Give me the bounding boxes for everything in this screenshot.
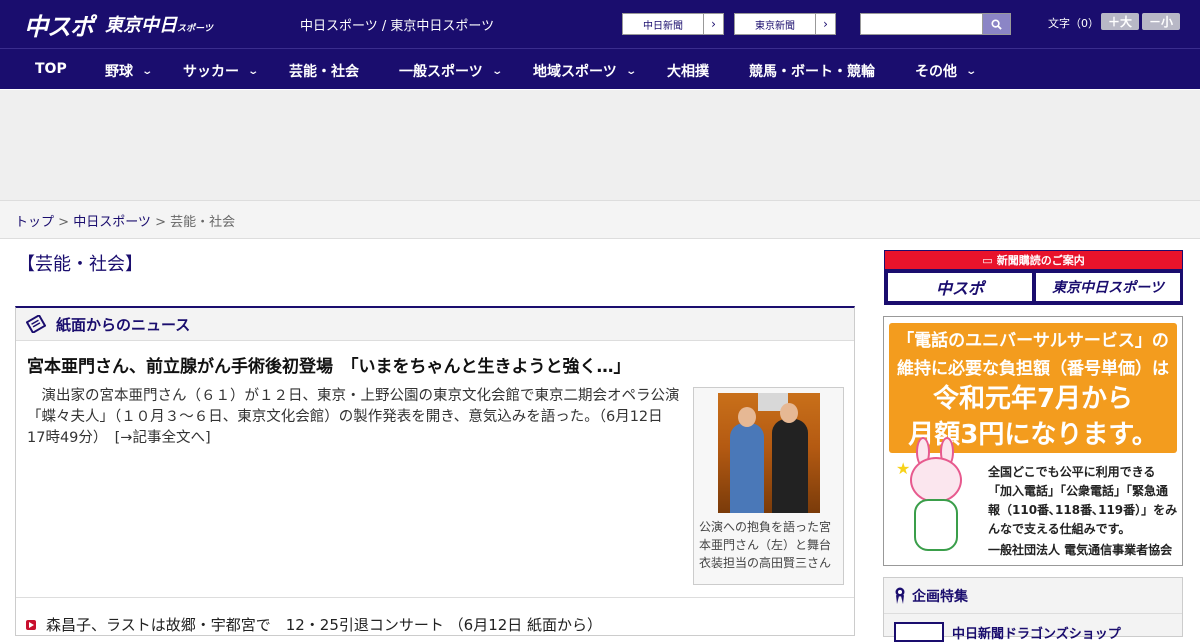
- subscribe-tokyo-button[interactable]: 東京中日スポーツ: [1036, 273, 1180, 301]
- font-size-label: 文字（0）: [1048, 17, 1099, 30]
- nav-racing[interactable]: 競馬・ボート・競輪: [749, 61, 875, 81]
- subscription-box: ▭ 新聞購読のご案内 中スポ 東京中日スポーツ: [884, 250, 1183, 305]
- nav-baseball[interactable]: 野球 ⌄: [105, 61, 154, 81]
- tokyo-shimbun-button[interactable]: 東京新聞 ›: [734, 13, 836, 35]
- main-nav: TOP 野球 ⌄ サッカー ⌄ 芸能・社会 一般スポーツ ⌄ 地域スポーツ ⌄ 大相撲 …: [0, 48, 1200, 89]
- chevron-right-icon: ›: [815, 14, 835, 34]
- chunichi-shimbun-button[interactable]: 中日新聞 ›: [622, 13, 724, 35]
- news-box-title: 紙面からのニュース: [56, 315, 191, 334]
- feature-thumb: [894, 622, 944, 642]
- feature-box: 企画特集 中日新聞ドラゴンズショップ: [883, 577, 1183, 642]
- banner-organization: 一般社団法人 電気通信事業者協会: [988, 543, 1173, 557]
- universal-service-banner[interactable]: 「電話のユニバーサルサービス」の 維持に必要な負担額（番号単価）は 令和元年7月…: [883, 316, 1183, 566]
- subscribe-chuspo-button[interactable]: 中スポ: [888, 273, 1032, 301]
- font-larger-button[interactable]: ＋大: [1101, 13, 1139, 30]
- feature-title: 企画特集: [912, 588, 968, 605]
- article-photo[interactable]: [718, 393, 820, 513]
- breadcrumb-separator: >: [54, 215, 74, 230]
- logo-tokyo-chunichi: 東京中日スポーツ: [105, 15, 213, 36]
- nav-sumo[interactable]: 大相撲: [667, 61, 709, 81]
- nav-entertainment[interactable]: 芸能・社会: [289, 61, 359, 81]
- chevron-down-icon: ⌄: [247, 65, 260, 77]
- search-button[interactable]: [982, 13, 1011, 35]
- breadcrumb-current: 芸能・社会: [170, 215, 236, 230]
- font-smaller-button[interactable]: －小: [1142, 13, 1180, 30]
- nav-others[interactable]: その他 ⌄: [915, 61, 978, 81]
- list-item-title: 森昌子、ラストは故郷・宇都宮で 12・25引退コンサート （6月12日 紙面から…: [46, 616, 603, 634]
- article-headline[interactable]: 宮本亜門さん、前立腺がん手術後初登場 「いまをちゃんと生きようと強く…」: [27, 352, 631, 377]
- banner-headline: 「電話のユニバーサルサービス」の 維持に必要な負担額（番号単価）は 令和元年7月…: [889, 323, 1177, 453]
- news-box: 紙面からのニュース 宮本亜門さん、前立腺がん手術後初登場 「いまをちゃんと生きよ…: [15, 306, 855, 636]
- search-input[interactable]: [860, 13, 983, 35]
- chevron-down-icon: ⌄: [965, 65, 978, 77]
- subscription-header[interactable]: ▭ 新聞購読のご案内: [885, 251, 1182, 269]
- nav-regional-sports[interactable]: 地域スポーツ ⌄: [533, 61, 637, 81]
- banner-body: 全国どこでも公平に利用できる「加入電話」「公衆電話」「緊急通報（110番､118…: [988, 465, 1178, 536]
- photo-caption: 公演への抱負を語った宮本亜門さん（左）と舞台衣装担当の高田賢三さん: [699, 520, 832, 570]
- breadcrumb-separator: >: [150, 215, 171, 230]
- chevron-down-icon: ⌄: [141, 65, 154, 77]
- chevron-down-icon: ⌄: [625, 65, 637, 77]
- article-summary: 演出家の宮本亜門さん（６１）が１２日、東京・上野公園の東京文化会館で東京二期会オ…: [27, 388, 680, 446]
- site-logo[interactable]: 中スポ 東京中日スポーツ: [24, 8, 213, 41]
- site-title: 中日スポーツ / 東京中日スポーツ: [300, 19, 495, 34]
- section-title: 【芸能・社会】: [17, 254, 143, 275]
- breadcrumb: トップ > 中日スポーツ > 芸能・社会: [0, 201, 1200, 239]
- breadcrumb-home[interactable]: トップ: [15, 215, 54, 230]
- feature-item[interactable]: 中日新聞ドラゴンズショップ: [894, 622, 1121, 642]
- top-header: 中スポ 東京中日スポーツ 中日スポーツ / 東京中日スポーツ 中日新聞 › 東京…: [0, 0, 1200, 48]
- star-icon: ★: [896, 459, 911, 478]
- list-item[interactable]: 森昌子、ラストは故郷・宇都宮で 12・25引退コンサート （6月12日 紙面から…: [16, 597, 854, 635]
- chevron-down-icon: ⌄: [491, 65, 503, 77]
- search-icon: [991, 18, 1002, 30]
- news-box-header: 紙面からのニュース: [16, 308, 854, 341]
- ribbon-icon: [895, 587, 905, 604]
- ad-space: [0, 90, 1200, 201]
- nav-general-sports[interactable]: 一般スポーツ ⌄: [399, 61, 503, 81]
- article-photo-box: 公演への抱負を語った宮本亜門さん（左）と舞台衣装担当の高田賢三さん: [693, 387, 844, 585]
- ticket-icon: ▭: [982, 253, 993, 267]
- feature-header: 企画特集: [884, 578, 1182, 614]
- newspaper-icon: [26, 315, 46, 333]
- logo-chuspo: 中スポ: [24, 12, 94, 41]
- nav-top[interactable]: TOP: [35, 61, 67, 77]
- breadcrumb-parent[interactable]: 中日スポーツ: [73, 215, 151, 230]
- nav-soccer[interactable]: サッカー ⌄: [183, 61, 260, 81]
- chevron-right-icon: ›: [703, 14, 723, 34]
- bunny-mascot-icon: ★: [896, 437, 976, 559]
- arrow-bullet-icon: [26, 619, 36, 630]
